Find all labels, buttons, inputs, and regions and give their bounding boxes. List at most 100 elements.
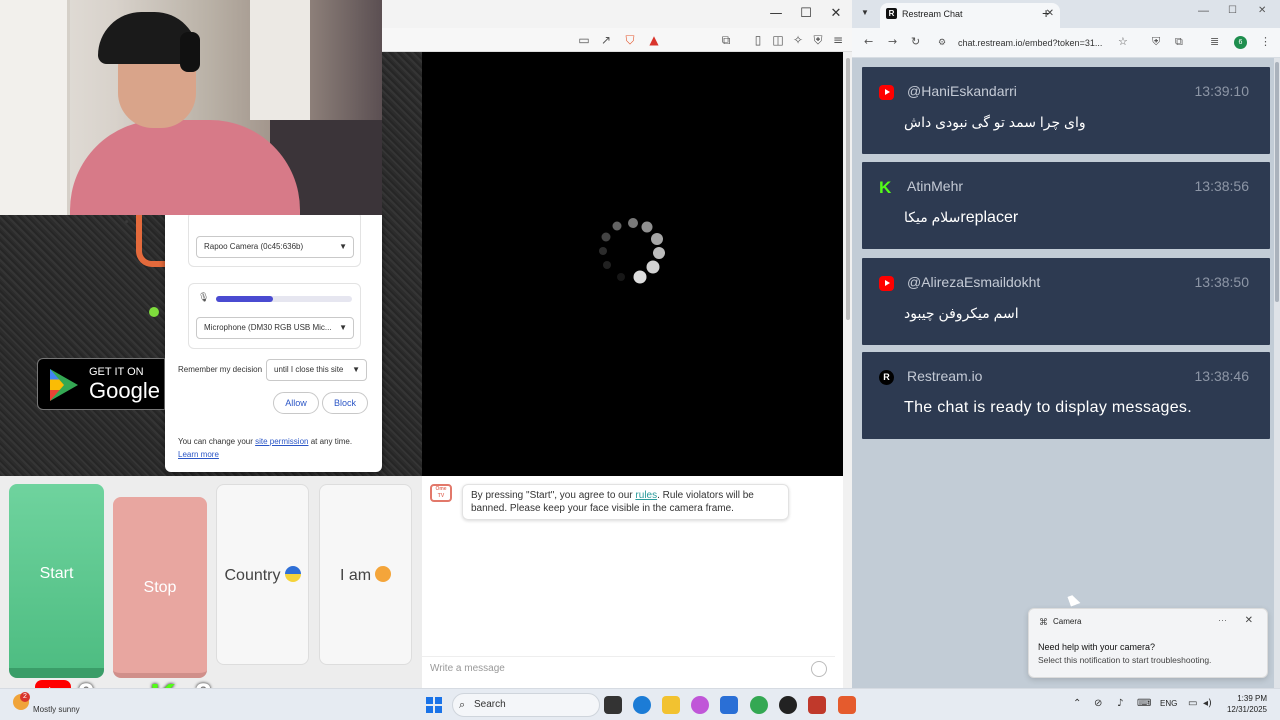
media-icon[interactable]: ≣ — [1210, 35, 1219, 48]
search-icon: ⌕ — [459, 698, 466, 711]
start-button[interactable]: Start — [9, 484, 104, 678]
clock-date: 12/31/2025 — [1226, 705, 1267, 714]
screen-share-icon[interactable]: ▭ — [576, 32, 592, 48]
google-play-big-text: Google P — [89, 378, 164, 403]
bookmark-star-icon[interactable]: ☆ — [1118, 35, 1128, 48]
camera-permission-box: Rapoo Camera (0c45:636b) ▼ — [188, 211, 361, 267]
windows-start-icon[interactable] — [426, 697, 442, 713]
language-indicator[interactable]: ENG — [1160, 699, 1177, 708]
minimize-button[interactable]: — — [762, 4, 790, 24]
message-text: وای چرا سمد تو گی نبودی داش — [904, 114, 1086, 130]
weather-text[interactable]: Mostly sunny — [33, 705, 80, 714]
more-options-icon[interactable]: ··· — [1218, 615, 1227, 625]
brave-icon[interactable] — [838, 696, 856, 714]
mic-level-meter — [216, 296, 352, 302]
url-text: chat.restream.io/embed?token=31... — [958, 38, 1103, 48]
google-play-badge[interactable]: GET IT ON Google P — [37, 358, 165, 410]
chevron-up-icon[interactable]: ⌃ — [1073, 698, 1081, 709]
extensions-icon[interactable]: ⧉ — [1175, 35, 1183, 49]
keyboard-icon[interactable]: ⌨ — [1137, 698, 1151, 709]
camera-notification[interactable]: ⌘ Camera ··· ✕ Need help with your camer… — [1028, 608, 1268, 678]
minimize-button[interactable]: — — [1198, 5, 1209, 17]
url-field[interactable]: ⚙ chat.restream.io/embed?token=31... — [932, 33, 1132, 53]
microphone-select-value: Microphone (DM30 RGB USB Mic... — [204, 323, 332, 332]
message-text: سلام میکا — [904, 209, 961, 225]
menu-icon[interactable]: ≡ — [830, 32, 846, 48]
profile-avatar[interactable]: 6 — [1234, 36, 1247, 49]
message-text: اسم میکروفن چیبود — [904, 305, 1019, 321]
obs-icon[interactable] — [779, 696, 797, 714]
share-icon[interactable]: ↗ — [598, 32, 614, 48]
allow-button[interactable]: Allow — [273, 392, 319, 414]
scrollbar-thumb[interactable] — [1275, 62, 1279, 302]
network-icon[interactable]: ▭ — [1188, 698, 1197, 709]
chevron-down-icon: ▼ — [339, 323, 347, 332]
clock[interactable]: 1:39 PM 12/31/2025 — [1225, 693, 1267, 715]
maximize-button[interactable]: ☐ — [792, 4, 820, 24]
leo-icon[interactable]: ✧ — [790, 32, 806, 48]
close-button[interactable]: ✕ — [822, 4, 850, 24]
more-menu-icon[interactable]: ⋮ — [1260, 35, 1271, 48]
back-icon[interactable]: ← — [864, 35, 873, 48]
block-button[interactable]: Block — [322, 392, 368, 414]
camera-select[interactable]: Rapoo Camera (0c45:636b) ▼ — [196, 236, 354, 258]
sidebar-icon[interactable]: ▯ — [750, 32, 766, 48]
search-label: Search — [474, 699, 506, 710]
chat-message: @HaniEskandarri 13:39:10 وای چرا سمد تو … — [862, 67, 1270, 154]
message-user: @HaniEskandarri — [907, 83, 1017, 99]
vpn-icon[interactable]: ⛨ — [810, 32, 826, 48]
brave-rewards-icon[interactable]: ▲ — [646, 32, 662, 48]
remember-select[interactable]: until I close this site ▼ — [266, 359, 367, 381]
clock-time: 1:39 PM — [1237, 694, 1267, 703]
learn-more-link[interactable]: Learn more — [178, 450, 219, 459]
site-info-icon[interactable]: ⚙ — [938, 33, 946, 53]
restream-favicon-icon: R — [886, 8, 897, 19]
notification-body: Select this notification to start troubl… — [1038, 655, 1212, 665]
streamer-webcam-overlay — [0, 0, 382, 215]
brave-shield-icon[interactable]: ⛉ — [622, 32, 638, 48]
app-p-icon[interactable] — [808, 696, 826, 714]
gender-button[interactable]: I am — [319, 484, 412, 665]
chat-feed: @HaniEskandarri 13:39:10 وای چرا سمد تو … — [852, 58, 1280, 688]
forward-icon[interactable]: → — [888, 35, 897, 48]
task-view-icon[interactable] — [604, 696, 622, 714]
reload-icon[interactable]: ↻ — [911, 35, 920, 48]
stop-button[interactable]: Stop — [113, 497, 207, 678]
mic-level-fill — [216, 296, 274, 302]
tab-restream-chat[interactable]: R Restream Chat ✕ — [880, 3, 1060, 28]
file-explorer-icon[interactable] — [662, 696, 680, 714]
tab-title: Restream Chat — [902, 9, 963, 19]
message-input[interactable]: Write a message — [422, 656, 835, 680]
camera-off-icon[interactable]: ⊘ — [1094, 698, 1102, 709]
volume-icon[interactable]: ◂) — [1203, 698, 1212, 709]
close-icon[interactable]: ✕ — [1245, 615, 1253, 626]
microphone-icon[interactable]: ♪ — [1117, 698, 1123, 709]
edge-icon[interactable] — [633, 696, 651, 714]
maximize-button[interactable]: ☐ — [1228, 5, 1237, 16]
taskbar-search[interactable]: ⌕ Search — [452, 693, 600, 717]
emoji-icon[interactable] — [811, 661, 827, 677]
youtube-icon — [879, 85, 894, 100]
chrome-icon[interactable] — [750, 696, 768, 714]
new-tab-icon[interactable]: + — [1042, 5, 1050, 21]
copilot-icon[interactable] — [691, 696, 709, 714]
scrollbar-thumb[interactable] — [846, 58, 850, 320]
wallet-icon[interactable]: ◫ — [770, 32, 786, 48]
store-icon[interactable] — [720, 696, 738, 714]
ukraine-flag-icon — [284, 566, 301, 582]
chat-controls: Start Stop Country I am — [0, 476, 422, 688]
restream-icon: R — [879, 370, 894, 385]
tab-list-icon[interactable]: ▼ — [861, 8, 869, 17]
country-button[interactable]: Country — [216, 484, 309, 665]
message-user: @AlirezaEsmaildokht — [907, 274, 1041, 290]
shield-icon[interactable]: ⛨ — [1152, 35, 1160, 49]
youtube-icon — [879, 276, 894, 291]
screenshot-icon[interactable]: ⧉ — [718, 32, 734, 48]
microphone-select[interactable]: Microphone (DM30 RGB USB Mic... ▼ — [196, 317, 354, 339]
close-button[interactable]: ✕ — [1258, 5, 1266, 16]
rules-link[interactable]: rules — [635, 490, 657, 501]
site-permission-link[interactable]: site permission — [255, 437, 308, 446]
person-emoji-icon — [375, 566, 392, 582]
chat-message: @AlirezaEsmaildokht 13:38:50 اسم میکروفن… — [862, 258, 1270, 345]
rules-message: By pressing "Start", you agree to our ru… — [462, 484, 789, 520]
